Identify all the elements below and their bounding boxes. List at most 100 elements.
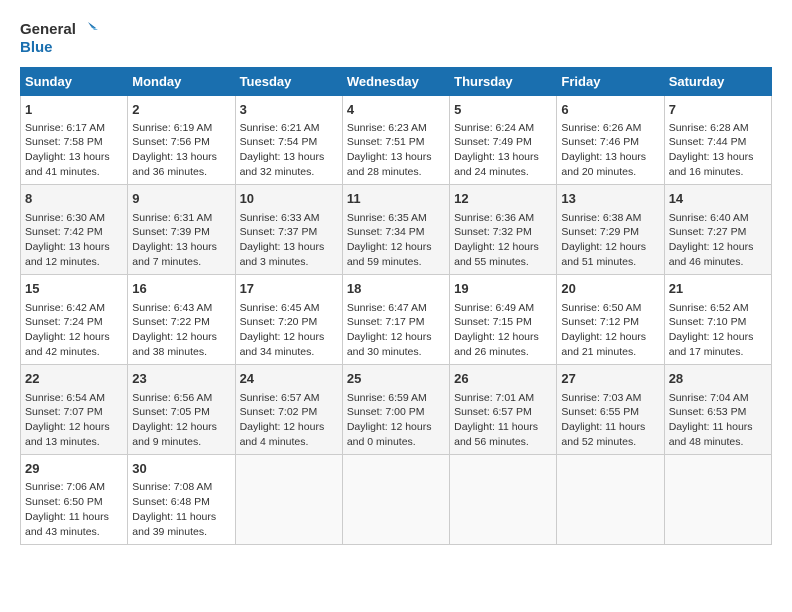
calendar-day-cell: 3 Sunrise: 6:21 AM Sunset: 7:54 PM Daylig…: [235, 95, 342, 185]
day-info-text: Sunrise: 6:31 AM Sunset: 7:39 PM Dayligh…: [132, 211, 230, 270]
calendar-day-cell: 13Sunrise: 6:38 AM Sunset: 7:29 PM Dayli…: [557, 185, 664, 275]
header-friday: Friday: [557, 67, 664, 95]
day-number: 21: [669, 280, 767, 298]
calendar-day-cell: 6 Sunrise: 6:26 AM Sunset: 7:46 PM Daylig…: [557, 95, 664, 185]
day-info-text: Sunrise: 6:54 AM Sunset: 7:07 PM Dayligh…: [25, 391, 123, 450]
day-number: 2: [132, 101, 230, 119]
empty-day-cell: [557, 455, 664, 545]
header-wednesday: Wednesday: [342, 67, 449, 95]
day-info-text: Sunrise: 6:24 AM Sunset: 7:49 PM Dayligh…: [454, 121, 552, 180]
day-number: 28: [669, 370, 767, 388]
day-info-text: Sunrise: 6:26 AM Sunset: 7:46 PM Dayligh…: [561, 121, 659, 180]
day-info-text: Sunrise: 6:43 AM Sunset: 7:22 PM Dayligh…: [132, 301, 230, 360]
day-info-text: Sunrise: 6:45 AM Sunset: 7:20 PM Dayligh…: [240, 301, 338, 360]
day-number: 30: [132, 460, 230, 478]
calendar-day-cell: 1 Sunrise: 6:17 AM Sunset: 7:58 PM Daylig…: [21, 95, 128, 185]
day-number: 6: [561, 101, 659, 119]
day-info-text: Sunrise: 6:19 AM Sunset: 7:56 PM Dayligh…: [132, 121, 230, 180]
calendar-week-row: 8 Sunrise: 6:30 AM Sunset: 7:42 PM Daylig…: [21, 185, 772, 275]
day-number: 1: [25, 101, 123, 119]
day-number: 23: [132, 370, 230, 388]
calendar-day-cell: 7Sunrise: 6:28 AM Sunset: 7:44 PM Daylig…: [664, 95, 771, 185]
day-number: 26: [454, 370, 552, 388]
day-info-text: Sunrise: 6:23 AM Sunset: 7:51 PM Dayligh…: [347, 121, 445, 180]
day-number: 3: [240, 101, 338, 119]
calendar-day-cell: 4 Sunrise: 6:23 AM Sunset: 7:51 PM Daylig…: [342, 95, 449, 185]
calendar-day-cell: 8 Sunrise: 6:30 AM Sunset: 7:42 PM Daylig…: [21, 185, 128, 275]
calendar-day-cell: 20 Sunrise: 6:50 AM Sunset: 7:12 PM Dayli…: [557, 275, 664, 365]
calendar-day-cell: 19 Sunrise: 6:49 AM Sunset: 7:15 PM Dayli…: [450, 275, 557, 365]
calendar-day-cell: 9 Sunrise: 6:31 AM Sunset: 7:39 PM Daylig…: [128, 185, 235, 275]
calendar-day-cell: 17 Sunrise: 6:45 AM Sunset: 7:20 PM Dayli…: [235, 275, 342, 365]
day-info-text: Sunrise: 7:06 AM Sunset: 6:50 PM Dayligh…: [25, 480, 123, 539]
header-monday: Monday: [128, 67, 235, 95]
day-info-text: Sunrise: 6:35 AM Sunset: 7:34 PM Dayligh…: [347, 211, 445, 270]
calendar-week-row: 22 Sunrise: 6:54 AM Sunset: 7:07 PM Dayli…: [21, 365, 772, 455]
day-number: 16: [132, 280, 230, 298]
day-number: 8: [25, 190, 123, 208]
day-number: 20: [561, 280, 659, 298]
logo-general: General: [20, 22, 76, 39]
calendar-week-row: 1 Sunrise: 6:17 AM Sunset: 7:58 PM Daylig…: [21, 95, 772, 185]
day-info-text: Sunrise: 6:49 AM Sunset: 7:15 PM Dayligh…: [454, 301, 552, 360]
calendar-day-cell: 25 Sunrise: 6:59 AM Sunset: 7:00 PM Dayli…: [342, 365, 449, 455]
page-header: General Blue: [20, 20, 772, 57]
calendar-table: SundayMondayTuesdayWednesdayThursdayFrid…: [20, 67, 772, 546]
calendar-day-cell: 16 Sunrise: 6:43 AM Sunset: 7:22 PM Dayli…: [128, 275, 235, 365]
calendar-day-cell: 30Sunrise: 7:08 AM Sunset: 6:48 PM Dayli…: [128, 455, 235, 545]
day-info-text: Sunrise: 6:47 AM Sunset: 7:17 PM Dayligh…: [347, 301, 445, 360]
empty-day-cell: [664, 455, 771, 545]
day-number: 4: [347, 101, 445, 119]
day-info-text: Sunrise: 6:33 AM Sunset: 7:37 PM Dayligh…: [240, 211, 338, 270]
header-saturday: Saturday: [664, 67, 771, 95]
day-info-text: Sunrise: 6:42 AM Sunset: 7:24 PM Dayligh…: [25, 301, 123, 360]
logo: General Blue: [20, 20, 98, 57]
calendar-day-cell: 29 Sunrise: 7:06 AM Sunset: 6:50 PM Dayli…: [21, 455, 128, 545]
calendar-day-cell: 27 Sunrise: 7:03 AM Sunset: 6:55 PM Dayli…: [557, 365, 664, 455]
day-number: 29: [25, 460, 123, 478]
logo-blue: Blue: [20, 40, 53, 57]
calendar-day-cell: 10 Sunrise: 6:33 AM Sunset: 7:37 PM Dayli…: [235, 185, 342, 275]
calendar-day-cell: 24Sunrise: 6:57 AM Sunset: 7:02 PM Dayli…: [235, 365, 342, 455]
calendar-week-row: 29 Sunrise: 7:06 AM Sunset: 6:50 PM Dayli…: [21, 455, 772, 545]
day-info-text: Sunrise: 6:28 AM Sunset: 7:44 PM Dayligh…: [669, 121, 767, 180]
calendar-header-row: SundayMondayTuesdayWednesdayThursdayFrid…: [21, 67, 772, 95]
day-info-text: Sunrise: 6:59 AM Sunset: 7:00 PM Dayligh…: [347, 391, 445, 450]
header-tuesday: Tuesday: [235, 67, 342, 95]
empty-day-cell: [235, 455, 342, 545]
calendar-day-cell: 15 Sunrise: 6:42 AM Sunset: 7:24 PM Dayli…: [21, 275, 128, 365]
day-number: 25: [347, 370, 445, 388]
day-info-text: Sunrise: 6:38 AM Sunset: 7:29 PM Dayligh…: [561, 211, 659, 270]
day-info-text: Sunrise: 6:50 AM Sunset: 7:12 PM Dayligh…: [561, 301, 659, 360]
day-number: 17: [240, 280, 338, 298]
day-info-text: Sunrise: 6:30 AM Sunset: 7:42 PM Dayligh…: [25, 211, 123, 270]
calendar-day-cell: 23Sunrise: 6:56 AM Sunset: 7:05 PM Dayli…: [128, 365, 235, 455]
calendar-day-cell: 14Sunrise: 6:40 AM Sunset: 7:27 PM Dayli…: [664, 185, 771, 275]
day-number: 9: [132, 190, 230, 208]
day-info-text: Sunrise: 6:52 AM Sunset: 7:10 PM Dayligh…: [669, 301, 767, 360]
day-info-text: Sunrise: 6:21 AM Sunset: 7:54 PM Dayligh…: [240, 121, 338, 180]
day-number: 19: [454, 280, 552, 298]
empty-day-cell: [450, 455, 557, 545]
calendar-day-cell: 12 Sunrise: 6:36 AM Sunset: 7:32 PM Dayli…: [450, 185, 557, 275]
day-info-text: Sunrise: 6:17 AM Sunset: 7:58 PM Dayligh…: [25, 121, 123, 180]
calendar-day-cell: 2 Sunrise: 6:19 AM Sunset: 7:56 PM Daylig…: [128, 95, 235, 185]
day-number: 15: [25, 280, 123, 298]
day-number: 14: [669, 190, 767, 208]
day-info-text: Sunrise: 6:36 AM Sunset: 7:32 PM Dayligh…: [454, 211, 552, 270]
day-number: 18: [347, 280, 445, 298]
calendar-day-cell: 26 Sunrise: 7:01 AM Sunset: 6:57 PM Dayli…: [450, 365, 557, 455]
day-number: 12: [454, 190, 552, 208]
calendar-day-cell: 18 Sunrise: 6:47 AM Sunset: 7:17 PM Dayli…: [342, 275, 449, 365]
day-info-text: Sunrise: 7:03 AM Sunset: 6:55 PM Dayligh…: [561, 391, 659, 450]
calendar-day-cell: 21 Sunrise: 6:52 AM Sunset: 7:10 PM Dayli…: [664, 275, 771, 365]
day-number: 27: [561, 370, 659, 388]
day-info-text: Sunrise: 7:01 AM Sunset: 6:57 PM Dayligh…: [454, 391, 552, 450]
header-thursday: Thursday: [450, 67, 557, 95]
calendar-day-cell: 28Sunrise: 7:04 AM Sunset: 6:53 PM Dayli…: [664, 365, 771, 455]
day-number: 10: [240, 190, 338, 208]
day-number: 5: [454, 101, 552, 119]
calendar-day-cell: 22 Sunrise: 6:54 AM Sunset: 7:07 PM Dayli…: [21, 365, 128, 455]
day-number: 22: [25, 370, 123, 388]
logo-bird-icon: [78, 20, 98, 40]
